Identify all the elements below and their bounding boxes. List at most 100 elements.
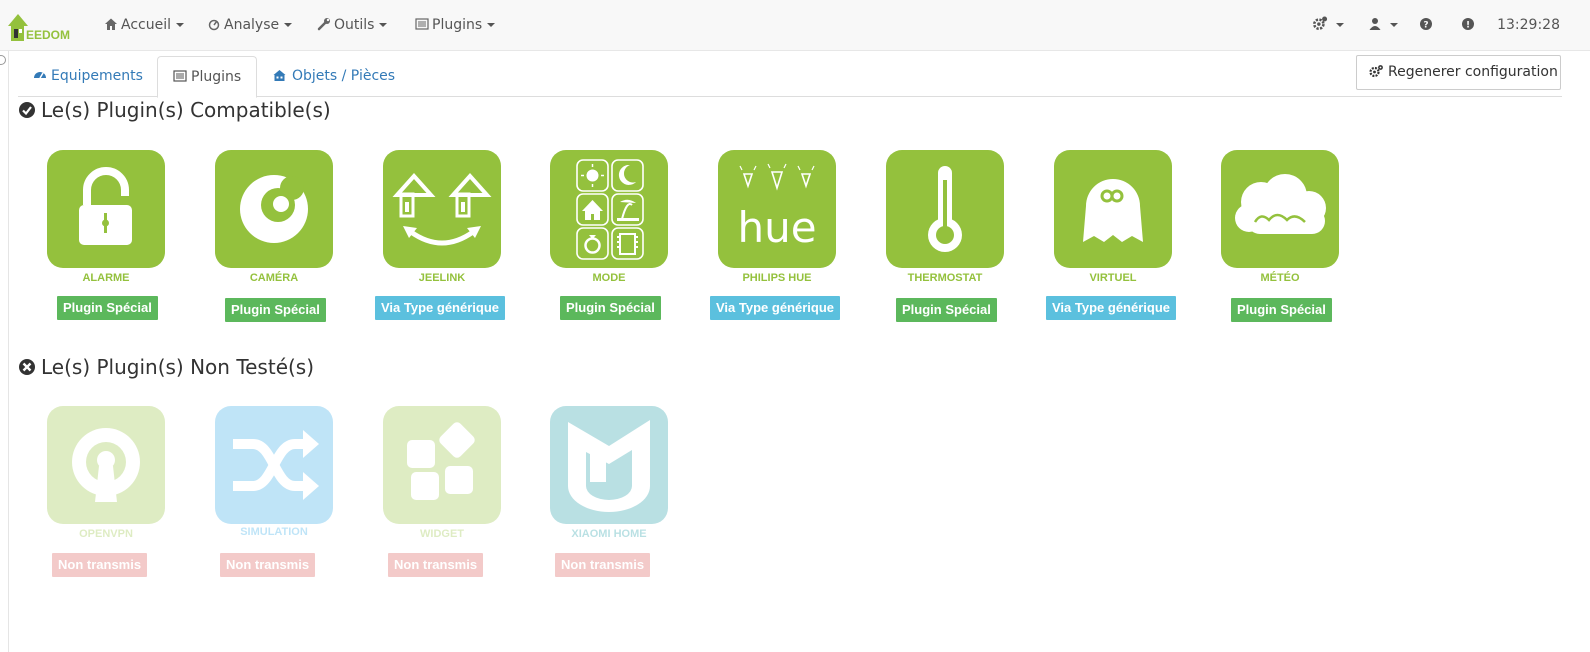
plugin-tile[interactable] — [383, 150, 501, 268]
help-icon: ? — [1420, 18, 1432, 31]
weather-cloud-icon — [1235, 174, 1326, 234]
help-button[interactable]: ? — [1419, 0, 1436, 51]
times-circle-icon — [19, 359, 35, 375]
tab-label: Objets / Pièces — [292, 68, 396, 84]
plugin-status-badge: Plugin Spécial — [225, 298, 326, 322]
plugin-status-badge: Via Type générique — [375, 296, 506, 320]
user-dropdown[interactable] — [1368, 0, 1398, 51]
plugin-name: VIRTUEL — [1089, 272, 1137, 284]
brand-text: EEDOM — [26, 28, 70, 42]
check-circle-icon — [19, 102, 35, 118]
plugin-status-badge: Non transmis — [52, 553, 148, 577]
plugin-status-badge: Via Type générique — [1046, 296, 1177, 320]
message-alert-button[interactable]: ! — [1461, 0, 1478, 51]
nav-menu-plugins[interactable]: Plugins — [415, 0, 496, 51]
analyse-icon — [208, 19, 220, 31]
plugin-card-jeelink[interactable]: JEELINK Via Type générique — [364, 150, 506, 340]
thermometer-icon — [928, 166, 962, 252]
plugin-tile[interactable] — [47, 150, 165, 268]
wrench-icon — [317, 18, 330, 31]
padlock-icon — [79, 167, 132, 245]
openvpn-icon — [72, 428, 140, 502]
plugin-name: WIDGET — [420, 528, 464, 540]
alert-icon: ! — [1462, 18, 1474, 31]
caret-down-icon — [176, 23, 184, 27]
nav-menu-label: Accueil — [121, 17, 171, 33]
plugin-tile[interactable] — [1054, 150, 1172, 268]
plugin-name: JEELINK — [418, 272, 466, 284]
caret-down-icon — [1336, 23, 1344, 27]
plugin-card-virtuel[interactable]: VIRTUEL Via Type générique — [1035, 150, 1177, 340]
tab-bar: Equipements Plugins Objets / Pièces — [18, 56, 1562, 98]
plugin-name: MÉTÉO — [1260, 272, 1300, 284]
plugin-card-widget[interactable]: WIDGET Non transmis — [364, 406, 504, 596]
section-title-text: Le(s) Plugin(s) Non Testé(s) — [41, 355, 315, 379]
nav-menu-outils[interactable]: Outils — [317, 0, 388, 51]
plugin-card-thermostat[interactable]: THERMOSTAT Plugin Spécial — [867, 150, 1007, 340]
plugin-card-philips-hue[interactable]: hue PHILIPS HUE Via Type générique — [699, 150, 841, 340]
plugin-tile[interactable] — [886, 150, 1004, 268]
tab-label: Equipements — [51, 68, 143, 84]
caret-down-icon — [379, 23, 388, 27]
plugin-tile[interactable] — [1221, 150, 1339, 268]
plugin-card-openvpn[interactable]: OPENVPN Non transmis — [28, 406, 168, 596]
plugin-status-badge: Plugin Spécial — [896, 298, 997, 322]
plugin-tile[interactable] — [215, 150, 333, 268]
nav-menu-label: Plugins — [432, 17, 483, 33]
section-title-compatible: Le(s) Plugin(s) Compatible(s) — [18, 98, 331, 122]
plugin-tile[interactable] — [550, 406, 668, 524]
sidebar-toggle-handle[interactable] — [0, 55, 6, 65]
list-alt-icon — [173, 70, 187, 82]
dashboard-icon — [34, 72, 46, 79]
svg-text:?: ? — [1423, 21, 1428, 31]
nav-menu-analyse[interactable]: Analyse — [207, 0, 293, 51]
caret-down-icon — [284, 23, 293, 27]
plugin-card-alarme[interactable]: ALARME Plugin Spécial — [28, 150, 168, 340]
plugin-status-badge: Plugin Spécial — [57, 296, 158, 320]
plugin-card-meteo[interactable]: MÉTÉO Plugin Spécial — [1202, 150, 1342, 340]
cogs-icon — [1369, 65, 1383, 78]
plugin-name: SIMULATION — [240, 526, 308, 538]
plugin-status-badge: Non transmis — [555, 553, 651, 577]
plugin-name: MODE — [592, 272, 626, 284]
plugin-status-badge: Non transmis — [220, 553, 316, 577]
xiaomi-icon — [568, 420, 650, 512]
ghost-icon — [1083, 179, 1143, 242]
tab-equipements[interactable]: Equipements — [18, 56, 158, 97]
plugin-tile[interactable] — [215, 406, 333, 524]
jeedom-house-icon: EEDOM — [8, 14, 70, 42]
plugin-name: XIAOMI HOME — [571, 528, 647, 540]
plugin-name: THERMOSTAT — [907, 272, 983, 284]
camera-eye-icon — [240, 175, 308, 243]
plugin-status-badge: Plugin Spécial — [1231, 298, 1332, 322]
shuffle-icon — [233, 430, 319, 500]
jeedom-logo[interactable]: EEDOM — [6, 8, 78, 44]
tab-objets-pieces[interactable]: Objets / Pièces — [256, 56, 410, 97]
plugin-tile[interactable] — [550, 150, 668, 268]
plugin-name: CAMÉRA — [249, 272, 299, 284]
nav-menu-accueil[interactable]: Accueil — [104, 0, 184, 51]
plugin-tile[interactable] — [383, 406, 501, 524]
admin-dropdown[interactable] — [1312, 0, 1344, 51]
plugin-card-simulation[interactable]: SIMULATION Non transmis — [196, 406, 336, 596]
tab-label: Plugins — [191, 69, 242, 85]
plugin-tile[interactable]: hue — [718, 150, 836, 268]
user-icon — [1369, 18, 1381, 30]
caret-down-icon — [1390, 23, 1398, 27]
plugin-card-xiaomi-home[interactable]: XIAOMI HOME Non transmis — [531, 406, 671, 596]
plugin-card-camera[interactable]: CAMÉRA Plugin Spécial — [196, 150, 336, 340]
side-divider — [8, 51, 9, 652]
plugin-status-badge: Non transmis — [388, 553, 484, 577]
regenerate-config-label: Regenerer configuration — [1388, 64, 1558, 80]
plugin-status-badge: Plugin Spécial — [560, 296, 661, 320]
plugin-card-mode[interactable]: MODE Plugin Spécial — [531, 150, 671, 340]
clock: 13:29:28 — [1497, 17, 1560, 33]
tab-plugins[interactable]: Plugins — [157, 56, 258, 98]
hue-icon: hue — [737, 163, 817, 252]
plugin-name: PHILIPS HUE — [742, 272, 812, 284]
regenerate-config-button[interactable]: Regenerer configuration — [1356, 55, 1561, 90]
houses-link-icon — [392, 173, 492, 246]
plugin-tile[interactable] — [47, 406, 165, 524]
nav-menu-label: Outils — [334, 17, 375, 33]
section-title-text: Le(s) Plugin(s) Compatible(s) — [41, 98, 331, 122]
